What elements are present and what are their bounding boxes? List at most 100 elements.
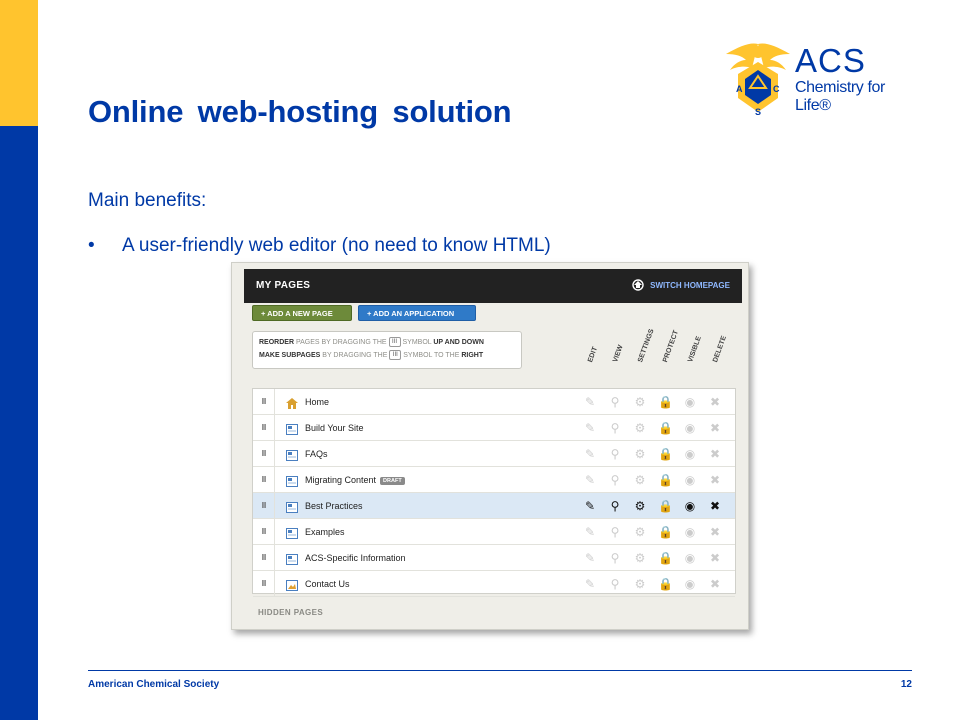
- magnifier-icon[interactable]: ⚲: [608, 551, 622, 565]
- delete-x-icon[interactable]: ✖: [708, 525, 722, 539]
- hidden-pages-label: HIDDEN PAGES: [258, 608, 324, 617]
- seal-letter-s: S: [755, 107, 761, 117]
- page-row[interactable]: III Build Your Site ✎ ⚲ ⚙ 🔒 ◉ ✖: [253, 415, 735, 441]
- page-name-label: FAQs: [305, 449, 328, 459]
- delete-x-icon[interactable]: ✖: [708, 473, 722, 487]
- delete-x-icon[interactable]: ✖: [708, 395, 722, 409]
- delete-x-icon[interactable]: ✖: [708, 551, 722, 565]
- gear-icon[interactable]: ⚙: [633, 577, 647, 591]
- pencil-icon[interactable]: ✎: [583, 447, 597, 461]
- add-application-button[interactable]: + ADD AN APPLICATION: [358, 305, 476, 321]
- lock-icon[interactable]: 🔒: [658, 499, 673, 513]
- magnifier-icon[interactable]: ⚲: [608, 525, 622, 539]
- grip-symbol-icon: III: [388, 337, 401, 348]
- gear-icon[interactable]: ⚙: [633, 499, 647, 513]
- my-pages-title: MY PAGES: [256, 280, 311, 291]
- drag-handle[interactable]: III: [253, 519, 275, 544]
- bullet-text: A user-friendly web editor (no need to k…: [122, 235, 551, 256]
- footer-organization: American Chemical Society: [88, 679, 220, 690]
- eye-icon[interactable]: ◉: [683, 473, 697, 487]
- page-row[interactable]: III ACS-Specific Information ✎ ⚲ ⚙ 🔒 ◉ ✖: [253, 545, 735, 571]
- gear-icon[interactable]: ⚙: [633, 473, 647, 487]
- eye-icon[interactable]: ◉: [683, 421, 697, 435]
- page-row[interactable]: III Best Practices ✎ ⚲ ⚙ 🔒 ◉ ✖: [253, 493, 735, 519]
- cms-screenshot: MY PAGES SWITCH HOMEPAGE + ADD A NEW PAG…: [231, 262, 749, 630]
- column-header-edit: EDIT: [587, 346, 600, 364]
- magnifier-icon[interactable]: ⚲: [608, 473, 622, 487]
- slide-title: Online web-hosting solution: [88, 94, 512, 129]
- column-header-view: VIEW: [612, 344, 625, 364]
- pencil-icon[interactable]: ✎: [583, 499, 597, 513]
- drag-handle[interactable]: III: [253, 493, 275, 518]
- pencil-icon[interactable]: ✎: [583, 421, 597, 435]
- page-name-label: Home: [305, 397, 330, 407]
- benefits-heading: Main benefits:: [88, 190, 207, 211]
- lock-icon[interactable]: 🔒: [658, 525, 673, 539]
- magnifier-icon[interactable]: ⚲: [608, 447, 622, 461]
- drag-handle[interactable]: III: [253, 389, 275, 414]
- delete-x-icon[interactable]: ✖: [708, 499, 722, 513]
- pencil-icon[interactable]: ✎: [583, 551, 597, 565]
- page-name-link[interactable]: ACS-Specific Information: [305, 553, 406, 563]
- page-name-link[interactable]: FAQs: [305, 449, 328, 459]
- drag-handle[interactable]: III: [253, 441, 275, 466]
- pencil-icon[interactable]: ✎: [583, 577, 597, 591]
- drag-handle[interactable]: III: [253, 571, 275, 596]
- column-header-settings: SETTINGS: [637, 328, 656, 364]
- delete-x-icon[interactable]: ✖: [708, 421, 722, 435]
- gear-icon[interactable]: ⚙: [633, 447, 647, 461]
- lock-icon[interactable]: 🔒: [658, 551, 673, 565]
- page-name-label: Contact Us: [305, 579, 350, 589]
- page-row[interactable]: III Home ✎ ⚲ ⚙ 🔒 ◉ ✖: [253, 389, 735, 415]
- drag-handle[interactable]: III: [253, 415, 275, 440]
- switch-homepage-link[interactable]: SWITCH HOMEPAGE: [632, 279, 730, 291]
- page-name-link[interactable]: Build Your Site: [305, 423, 364, 433]
- magnifier-icon[interactable]: ⚲: [608, 421, 622, 435]
- eye-icon[interactable]: ◉: [683, 525, 697, 539]
- lock-icon[interactable]: 🔒: [658, 421, 673, 435]
- gear-icon[interactable]: ⚙: [633, 525, 647, 539]
- delete-x-icon[interactable]: ✖: [708, 447, 722, 461]
- magnifier-icon[interactable]: ⚲: [608, 499, 622, 513]
- eye-icon[interactable]: ◉: [683, 551, 697, 565]
- page-row[interactable]: III FAQs ✎ ⚲ ⚙ 🔒 ◉ ✖: [253, 441, 735, 467]
- add-new-page-button[interactable]: + ADD A NEW PAGE: [252, 305, 352, 321]
- page-name-label: ACS-Specific Information: [305, 553, 406, 563]
- page-name-link[interactable]: Best Practices: [305, 501, 363, 511]
- gear-icon[interactable]: ⚙: [633, 421, 647, 435]
- drag-handle[interactable]: III: [253, 467, 275, 492]
- bullet-item: • A user-friendly web editor (no need to …: [88, 235, 551, 257]
- page-row[interactable]: III Examples ✎ ⚲ ⚙ 🔒 ◉ ✖: [253, 519, 735, 545]
- pencil-icon[interactable]: ✎: [583, 525, 597, 539]
- magnifier-icon[interactable]: ⚲: [608, 395, 622, 409]
- reorder-instructions: REORDER PAGES BY DRAGGING THE III SYMBOL…: [252, 331, 522, 369]
- lock-icon[interactable]: 🔒: [658, 395, 673, 409]
- page-name-link[interactable]: Examples: [305, 527, 345, 537]
- lock-icon[interactable]: 🔒: [658, 447, 673, 461]
- column-header-visible: VISIBLE: [687, 335, 703, 364]
- page-name-link[interactable]: Contact Us: [305, 579, 350, 589]
- eye-icon[interactable]: ◉: [683, 395, 697, 409]
- image-page-icon: [286, 578, 298, 591]
- lock-icon[interactable]: 🔒: [658, 577, 673, 591]
- home-icon: [286, 396, 298, 409]
- magnifier-icon[interactable]: ⚲: [608, 577, 622, 591]
- page-name-link[interactable]: Migrating Content DRAFT: [305, 475, 405, 485]
- eye-icon[interactable]: ◉: [683, 577, 697, 591]
- instruction-line-subpages: MAKE SUBPAGES BY DRAGGING THE III SYMBOL…: [259, 350, 484, 361]
- logo-wordmark: ACS: [795, 42, 866, 79]
- pencil-icon[interactable]: ✎: [583, 395, 597, 409]
- eye-icon[interactable]: ◉: [683, 447, 697, 461]
- drag-handle[interactable]: III: [253, 545, 275, 570]
- gear-icon[interactable]: ⚙: [633, 395, 647, 409]
- gear-icon[interactable]: ⚙: [633, 551, 647, 565]
- lock-icon[interactable]: 🔒: [658, 473, 673, 487]
- footer-divider: [88, 670, 912, 671]
- page-name-link[interactable]: Home: [305, 397, 329, 407]
- page-row[interactable]: III Migrating Content DRAFT ✎ ⚲ ⚙ 🔒 ◉ ✖: [253, 467, 735, 493]
- side-accent-blue: [0, 126, 38, 720]
- page-row[interactable]: III Contact Us ✎ ⚲ ⚙ 🔒 ◉ ✖: [253, 571, 735, 597]
- eye-icon[interactable]: ◉: [683, 499, 697, 513]
- pencil-icon[interactable]: ✎: [583, 473, 597, 487]
- delete-x-icon[interactable]: ✖: [708, 577, 722, 591]
